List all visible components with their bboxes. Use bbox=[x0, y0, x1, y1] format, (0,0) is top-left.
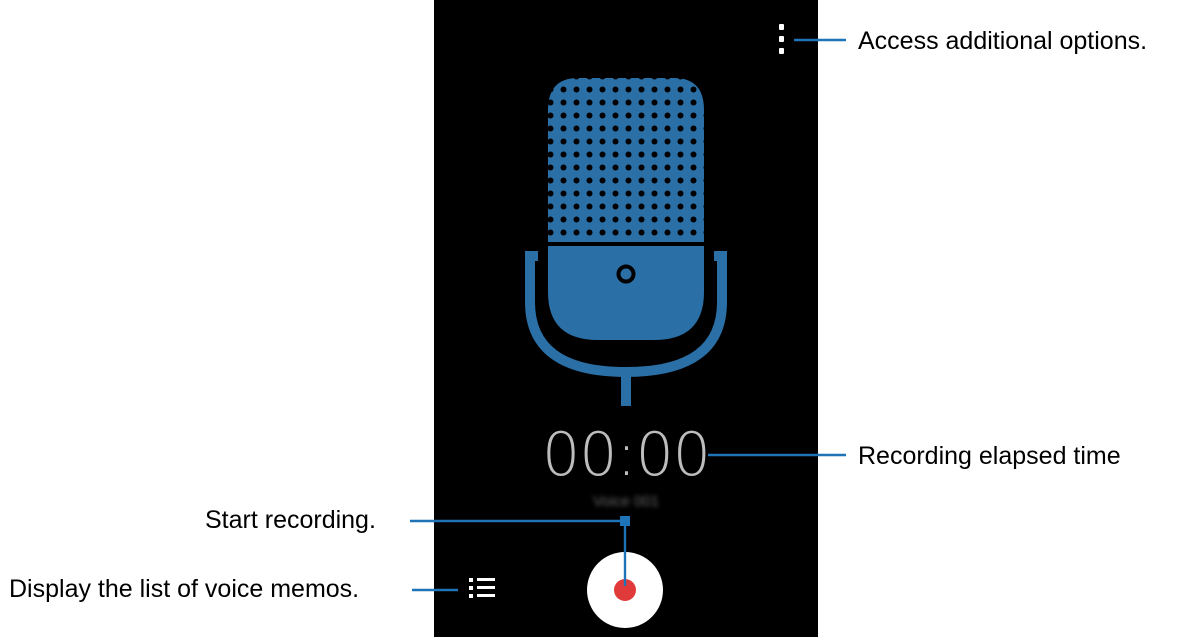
callout-voice-memo-list: Display the list of voice memos. bbox=[9, 575, 360, 603]
callout-more-options: Access additional options. bbox=[858, 27, 1148, 55]
callout-lines bbox=[410, 38, 846, 592]
callout-elapsed-time: Recording elapsed time bbox=[858, 442, 1121, 470]
callout-start-recording: Start recording. bbox=[205, 506, 376, 534]
